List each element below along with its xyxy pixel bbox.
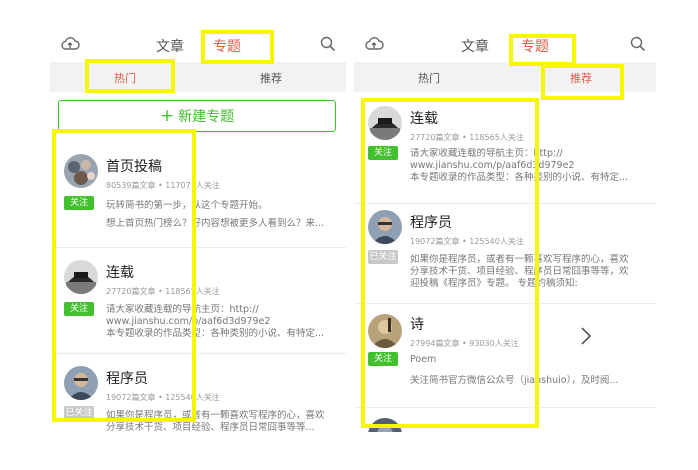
upload-cloud-icon[interactable] <box>364 36 384 52</box>
new-topic-button[interactable]: + 新建专题 <box>58 100 336 132</box>
avatar <box>64 154 98 188</box>
follow-button[interactable]: 关注 <box>368 146 398 160</box>
follow-button[interactable]: 关注 <box>64 196 94 210</box>
tab-topics[interactable]: 专题 <box>521 36 549 56</box>
item-title: 程序员 <box>106 371 148 387</box>
subtab-hot[interactable]: 热门 <box>418 70 440 86</box>
item-title: 连载 <box>106 265 134 281</box>
list-item[interactable]: 连载 27720篇文章 • 118565人关注 关注 请大家收藏连载的导航主页：… <box>354 100 656 204</box>
item-meta: 19072篇文章 • 125540人关注 <box>106 393 220 402</box>
followed-button[interactable]: 已关注 <box>64 406 94 420</box>
item-description: 玩转简书的第一步，从这个专题开始。 想上首页热门榜么？好内容想被更多人看到么？来… <box>106 200 325 229</box>
avatar <box>368 418 402 432</box>
search-icon[interactable] <box>630 36 646 52</box>
search-icon[interactable] <box>320 36 336 52</box>
follow-button[interactable]: 关注 <box>368 352 398 366</box>
tab-articles[interactable]: 文章 <box>461 36 489 56</box>
item-meta: 19072篇文章 • 125540人关注 <box>410 237 524 246</box>
list-item[interactable]: 程序员 19072篇文章 • 125540人关注 已关注 如果你是程序员，或者有… <box>354 204 656 304</box>
item-meta: 27720篇文章 • 118565人关注 <box>410 133 524 142</box>
avatar <box>64 366 98 400</box>
chevron-right-icon[interactable] <box>580 326 592 346</box>
sub-tab-bar: 热门 推荐 <box>50 62 346 92</box>
item-title: 首页投稿 <box>106 159 162 175</box>
new-topic-label: 新建专题 <box>178 109 235 125</box>
list-item-partial[interactable] <box>354 408 656 432</box>
followed-button[interactable]: 已关注 <box>368 250 398 264</box>
item-description: 如果你是程序员，或者有一颗喜欢写程序的心，喜欢 分享技术干货、项目经验、程序员日… <box>410 254 629 289</box>
avatar <box>64 260 98 294</box>
tab-topics[interactable]: 专题 <box>213 36 241 56</box>
upload-cloud-icon[interactable] <box>60 36 80 52</box>
list-item[interactable]: 连载 27720篇文章 • 118565人关注 关注 请大家收藏连载的导航主页：… <box>50 248 346 354</box>
right-phone-screen: 文章 专题 热门 推荐 连载 27720篇文章 • 118565人关注 关注 请… <box>354 28 656 432</box>
item-title: 程序员 <box>410 215 452 231</box>
tab-articles[interactable]: 文章 <box>156 36 184 56</box>
item-description: Poem 关注简书官方微信公众号（jianshuio），及时阅... <box>410 354 619 386</box>
item-title: 连载 <box>410 111 438 127</box>
item-description: 请大家收藏连载的导航主页：http:// www.jianshu.com/p/a… <box>106 304 325 339</box>
list-item[interactable]: 首页投稿 80539篇文章 • 117071人关注 关注 玩转简书的第一步，从这… <box>50 142 346 248</box>
avatar <box>368 314 402 348</box>
sub-tab-bar: 热门 推荐 <box>354 62 656 92</box>
item-meta: 27994篇文章 • 93030人关注 <box>410 339 519 348</box>
item-description: 如果你是程序员，或者有一颗喜欢写程序的心，喜欢 分享技术干货、项目经验、程序员日… <box>106 410 325 432</box>
list-item[interactable]: 程序员 19072篇文章 • 125540人关注 已关注 如果你是程序员，或者有… <box>50 354 346 432</box>
item-meta: 27720篇文章 • 118565人关注 <box>106 287 220 296</box>
top-nav-bar: 文章 专题 <box>354 28 656 62</box>
subtab-recommended[interactable]: 推荐 <box>260 70 282 86</box>
plus-icon: + <box>159 106 175 126</box>
follow-button[interactable]: 关注 <box>64 302 94 316</box>
item-title: 诗 <box>410 317 424 333</box>
subtab-recommended[interactable]: 推荐 <box>570 70 592 86</box>
avatar <box>368 210 402 244</box>
top-nav-bar: 文章 专题 <box>50 28 346 62</box>
avatar <box>368 106 402 140</box>
list-item[interactable]: 诗 27994篇文章 • 93030人关注 关注 Poem 关注简书官方微信公众… <box>354 304 656 408</box>
item-meta: 80539篇文章 • 117071人关注 <box>106 181 220 190</box>
subtab-hot[interactable]: 热门 <box>114 70 136 86</box>
item-description: 请大家收藏连载的导航主页：http:// www.jianshu.com/p/a… <box>410 148 629 183</box>
left-phone-screen: 文章 专题 热门 推荐 + 新建专题 首页投稿 80539篇文章 • 117071… <box>50 28 346 432</box>
